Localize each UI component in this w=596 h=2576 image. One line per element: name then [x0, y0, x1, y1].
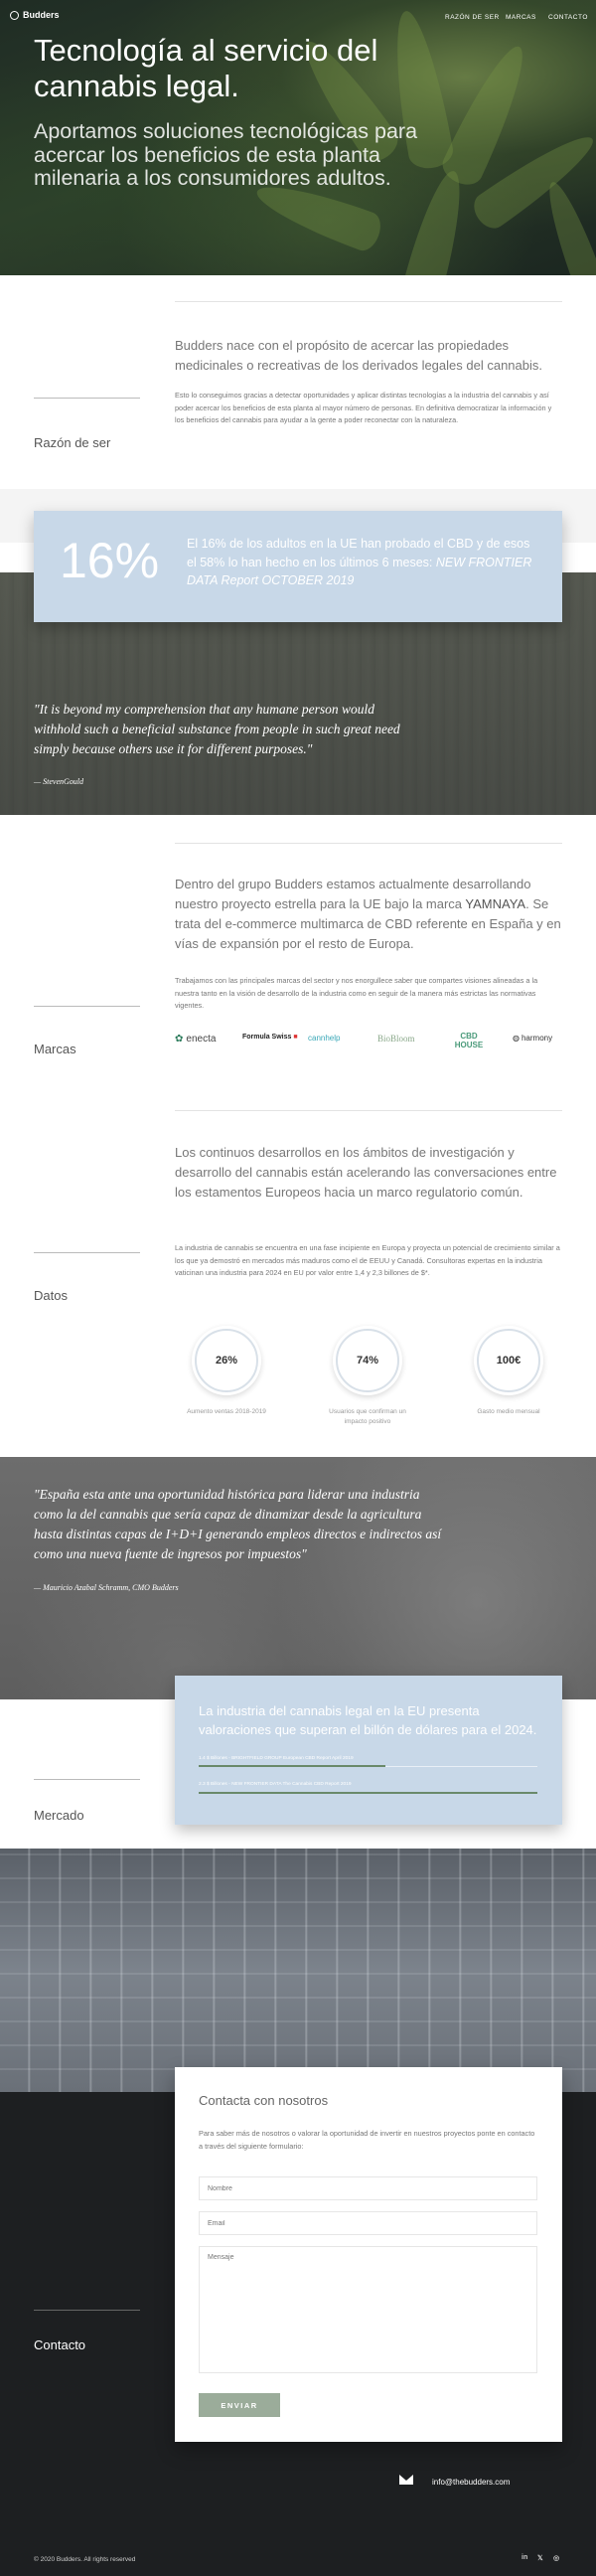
- quote-text: "It is beyond my comprehension that any …: [34, 702, 400, 756]
- brand-logo-cannhelp[interactable]: cannhelp: [308, 1034, 340, 1043]
- quote-text: "España esta ante una oportunidad histór…: [34, 1487, 442, 1561]
- brand-label: BioBloom: [377, 1034, 415, 1044]
- mail-icon: [399, 2475, 413, 2485]
- brand-label: Formula Swiss: [242, 1034, 292, 1041]
- section-label-contacto: Contacto: [34, 2337, 86, 2352]
- stat-text: El 16% de los adultos en la UE han proba…: [187, 535, 534, 590]
- market-bar-label: 2.3 $ Billones - NEW FRONTIER DATA The C…: [199, 1782, 352, 1787]
- section-label-mercado: Mercado: [34, 1808, 84, 1823]
- donut-value: 26%: [215, 1355, 238, 1367]
- market-bar-label: 1.4 $ Billones - BRIGHTFIELD GROUP Europ…: [199, 1756, 354, 1761]
- brand-label: cannhelp: [308, 1034, 341, 1043]
- stat-donut-sales: 26%: [192, 1326, 261, 1395]
- section-rule: [34, 398, 140, 399]
- section-rule: [34, 1006, 140, 1007]
- stat-donut-users: 74%: [333, 1326, 402, 1395]
- copyright: © 2020 Budders. All rights reserved: [34, 2556, 136, 2563]
- hero-title: Tecnología al servicio del cannabis lega…: [34, 33, 378, 103]
- brand-logo[interactable]: Budders: [10, 10, 60, 20]
- twitter-icon[interactable]: 𝕏: [537, 2554, 543, 2562]
- donut-label: Aumento ventas 2018-2019: [187, 1408, 266, 1415]
- brand-logo-formula-swiss[interactable]: Formula Swiss ■: [242, 1034, 298, 1041]
- divider: [175, 1110, 562, 1111]
- instagram-icon[interactable]: ◎: [553, 2554, 559, 2562]
- market-bar-fill: [199, 1765, 385, 1767]
- donut-label: Usuarios que confirman un impacto positi…: [329, 1408, 406, 1425]
- quote-author: — StevenGould: [34, 777, 83, 786]
- razon-body: Esto lo conseguimos gracias a detectar o…: [175, 391, 552, 424]
- email-input[interactable]: [199, 2211, 537, 2235]
- greenhouse-image: [0, 1849, 596, 2092]
- name-input[interactable]: [199, 2176, 537, 2200]
- marcas-lead: Dentro del grupo Budders estamos actualm…: [175, 875, 562, 954]
- stat-donut-spend: 100€: [474, 1326, 543, 1395]
- marcas-lead-brand: YAMNAYA: [465, 896, 526, 911]
- datos-body: La industria de cannabis se encuentra en…: [175, 1243, 560, 1277]
- brand-logo-biobloom[interactable]: BioBloom: [377, 1034, 415, 1044]
- hero-subtitle: Aportamos soluciones tecnológicas para a…: [34, 119, 418, 190]
- contact-title: Contacta con nosotros: [199, 2093, 329, 2108]
- section-label-razon: Razón de ser: [34, 435, 111, 450]
- quote-author: — Mauricio Azabal Schramm, CMO Budders: [34, 1583, 179, 1592]
- datos-lead: Los continuos desarrollos en los ámbitos…: [175, 1145, 557, 1200]
- brand-label: harmony: [521, 1034, 553, 1043]
- section-label-datos: Datos: [34, 1288, 68, 1303]
- logo-ring-icon: [10, 10, 19, 20]
- market-card: [175, 1676, 562, 1825]
- section-label-marcas: Marcas: [34, 1042, 76, 1056]
- brand-name: Budders: [23, 10, 60, 20]
- donut-value: 74%: [356, 1355, 379, 1367]
- nav-link-contacto[interactable]: CONTACTO: [548, 14, 588, 21]
- nav-link-razon[interactable]: RAZÓN DE SER: [445, 14, 500, 21]
- linkedin-icon[interactable]: in: [522, 2554, 527, 2561]
- market-lead: La industria del cannabis legal en la EU…: [199, 1703, 537, 1737]
- donut-value: 100€: [496, 1355, 522, 1367]
- brand-label: CBD HOUSE: [454, 1032, 484, 1049]
- market-bar-fill: [199, 1792, 537, 1794]
- brand-logo-cbd-house[interactable]: CBD HOUSE: [449, 1032, 489, 1049]
- contact-email-link[interactable]: info@thebudders.com: [432, 2478, 510, 2487]
- section-rule: [34, 1252, 140, 1253]
- brand-logo-enecta[interactable]: ✿ enecta: [175, 1034, 216, 1045]
- marcas-body: Trabajamos con las principales marcas de…: [175, 976, 538, 1010]
- razon-lead: Budders nace con el propósito de acercar…: [175, 338, 542, 373]
- section-rule: [34, 2310, 140, 2311]
- donut-label: Gasto medio mensual: [477, 1408, 540, 1415]
- contact-intro: Para saber más de nosotros o valorar la …: [199, 2129, 535, 2151]
- divider: [175, 843, 562, 844]
- nav-link-marcas[interactable]: MARCAS: [506, 14, 536, 21]
- send-button[interactable]: ENVIAR: [199, 2393, 280, 2417]
- brand-logo-harmony[interactable]: ◍ harmony: [513, 1034, 552, 1043]
- brand-label: enecta: [186, 1034, 217, 1045]
- message-textarea[interactable]: [199, 2246, 537, 2373]
- divider: [175, 301, 562, 302]
- section-rule: [34, 1779, 140, 1780]
- stat-number: 16%: [60, 533, 160, 588]
